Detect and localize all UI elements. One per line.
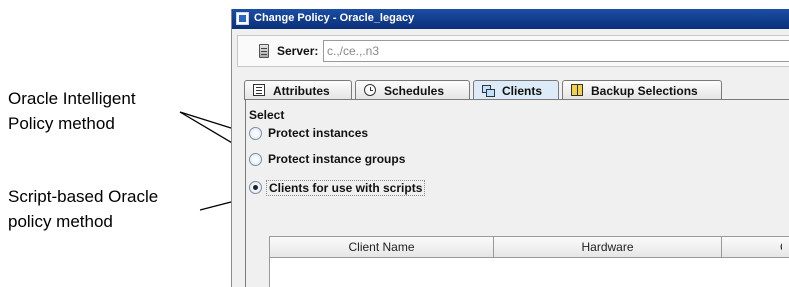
tab-label: Clients xyxy=(502,84,543,98)
server-panel: Server: c.,/ce.,.n3 xyxy=(237,35,789,67)
book-icon xyxy=(571,84,583,96)
document-list-icon xyxy=(253,84,265,96)
tab-clients[interactable]: Clients xyxy=(473,80,559,101)
callout-line: Policy method xyxy=(8,114,115,133)
change-policy-window: Change Policy - Oracle_legacy Server: c.… xyxy=(231,9,789,287)
policy-tabs: Attributes Schedules Clients Backup Sele… xyxy=(244,80,789,101)
radio-circle[interactable] xyxy=(249,153,262,166)
column-header-client-name[interactable]: Client Name xyxy=(270,237,494,257)
radio-circle[interactable] xyxy=(249,181,262,194)
callout-line: Oracle Intelligent xyxy=(8,89,136,108)
tab-label: Backup Selections xyxy=(591,84,698,98)
radio-label[interactable]: Clients for use with scripts xyxy=(266,180,426,196)
tab-schedules[interactable]: Schedules xyxy=(355,80,470,100)
tab-backup-selections[interactable]: Backup Selections xyxy=(562,80,722,100)
callout-script-based: Script-based Oracle policy method xyxy=(8,184,158,234)
table-header: Client Name Hardware C xyxy=(270,237,789,258)
server-field[interactable]: c.,/ce.,.n3 xyxy=(323,40,789,62)
radio-label[interactable]: Protect instance groups xyxy=(268,152,405,166)
radio-label[interactable]: Protect instances xyxy=(268,126,368,140)
tab-attributes[interactable]: Attributes xyxy=(244,80,352,100)
column-header-hardware[interactable]: Hardware xyxy=(494,237,722,257)
window-title: Change Policy - Oracle_legacy xyxy=(254,12,415,24)
tab-label: Schedules xyxy=(384,84,445,98)
window-titlebar[interactable]: Change Policy - Oracle_legacy xyxy=(232,9,789,29)
app-icon xyxy=(236,12,249,25)
radio-circle[interactable] xyxy=(249,127,262,140)
clients-table: Client Name Hardware C xyxy=(269,236,789,287)
server-icon xyxy=(259,44,269,58)
clock-icon xyxy=(364,84,376,96)
server-label: Server: xyxy=(277,44,319,58)
select-heading: Select xyxy=(249,108,285,122)
callout-line: Script-based Oracle xyxy=(8,187,159,206)
tab-label: Attributes xyxy=(273,84,330,98)
callout-line: policy method xyxy=(8,212,113,231)
computers-icon xyxy=(482,84,495,97)
clients-panel: Select Protect instances Protect instanc… xyxy=(245,100,789,287)
column-header-truncated[interactable]: C xyxy=(722,237,782,257)
callout-oracle-intelligent: Oracle Intelligent Policy method xyxy=(8,86,136,136)
